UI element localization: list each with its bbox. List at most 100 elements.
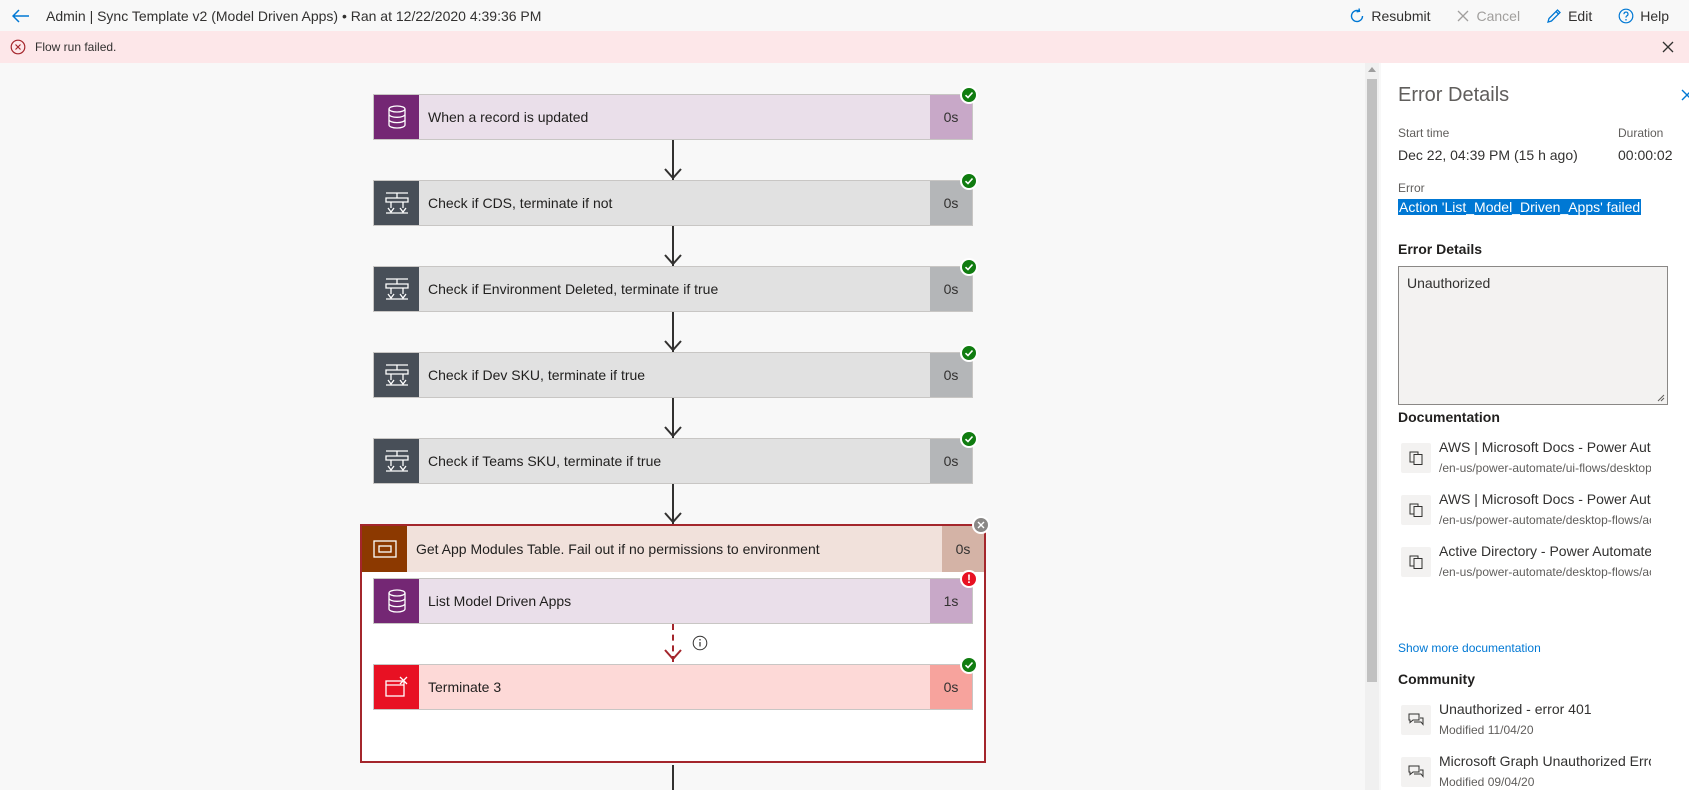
command-bar: Admin | Sync Template v2 (Model Driven A…	[0, 0, 1689, 31]
condition-icon	[374, 181, 419, 225]
doc-path: /en-us/power-automate/ui-flows/desktop/	[1439, 461, 1651, 475]
step-title: Check if Teams SKU, terminate if true	[428, 453, 662, 469]
step-title: Check if CDS, terminate if not	[428, 195, 613, 211]
refresh-icon	[1351, 7, 1364, 22]
error-banner: Flow run failed.	[0, 31, 1689, 63]
edit-label: Edit	[1568, 7, 1593, 24]
help-button[interactable]: Help	[1618, 8, 1669, 24]
resubmit-button[interactable]: Resubmit	[1349, 8, 1430, 24]
step-title: Check if Environment Deleted, terminate …	[428, 281, 719, 297]
success-check-icon	[960, 172, 978, 190]
info-icon[interactable]	[692, 635, 708, 651]
page-title: Admin | Sync Template v2 (Model Driven A…	[46, 7, 542, 24]
documentation-heading: Documentation	[1398, 409, 1500, 425]
error-details-heading: Error Details	[1398, 241, 1483, 257]
start-time-label: Start time	[1398, 126, 1450, 140]
arrow-down-icon	[664, 512, 682, 524]
document-icon	[1401, 547, 1431, 577]
scope-title: Get App Modules Table. Fail out if no pe…	[416, 541, 820, 557]
step-terminate-3[interactable]: Terminate 3 0s	[373, 664, 973, 710]
help-icon	[1618, 8, 1634, 23]
scope-icon	[362, 526, 407, 572]
community-modified: Modified 11/04/20	[1439, 723, 1534, 737]
step-title: List Model Driven Apps	[428, 593, 572, 609]
success-check-icon	[960, 656, 978, 674]
step-check-cds[interactable]: Check if CDS, terminate if not 0s	[373, 180, 973, 226]
doc-link[interactable]: Active Directory - Power Automate /en-us…	[1398, 543, 1672, 583]
error-label: Error	[1398, 181, 1425, 195]
cancel-icon	[1458, 10, 1469, 21]
scope-container: Get App Modules Table. Fail out if no pe…	[360, 524, 986, 763]
back-arrow-icon[interactable]	[10, 5, 32, 27]
success-check-icon	[960, 258, 978, 276]
community-heading: Community	[1398, 671, 1475, 687]
condition-icon	[374, 439, 419, 483]
help-label: Help	[1640, 7, 1669, 24]
step-when-record-updated[interactable]: When a record is updated 0s	[373, 94, 973, 140]
arrow-down-icon	[664, 426, 682, 438]
step-title: Check if Dev SKU, terminate if true	[428, 367, 646, 383]
database-icon	[374, 579, 419, 623]
pencil-icon	[1547, 8, 1561, 23]
arrow-down-icon	[664, 340, 682, 352]
doc-path: /en-us/power-automate/desktop-flows/act	[1439, 513, 1651, 527]
community-modified: Modified 09/04/20	[1439, 775, 1535, 789]
resize-grip-icon[interactable]	[1657, 394, 1665, 402]
step-title: When a record is updated	[428, 109, 589, 125]
step-check-teams-sku[interactable]: Check if Teams SKU, terminate if true 0s	[373, 438, 973, 484]
error-details-textarea[interactable]: Unauthorized	[1398, 266, 1668, 405]
error-details-text: Unauthorized	[1407, 275, 1491, 291]
step-list-model-driven-apps[interactable]: List Model Driven Apps 1s	[373, 578, 973, 624]
flow-canvas: When a record is updated 0s Check if CDS…	[0, 63, 1365, 790]
condition-icon	[374, 353, 419, 397]
doc-path: /en-us/power-automate/desktop-flows/act	[1439, 565, 1651, 579]
doc-link[interactable]: AWS | Microsoft Docs - Power Automate /e…	[1398, 491, 1672, 531]
error-circle-icon	[10, 39, 26, 55]
step-title: Terminate 3	[428, 679, 502, 695]
error-exclamation-icon: !	[960, 570, 978, 588]
doc-title: Active Directory - Power Automate	[1439, 543, 1651, 559]
close-icon[interactable]	[1680, 88, 1689, 102]
arrow-down-icon	[664, 649, 682, 661]
chat-bubble-icon	[1401, 705, 1431, 735]
cancel-label: Cancel	[1476, 7, 1521, 24]
scroll-up-icon[interactable]	[1368, 67, 1376, 72]
start-time-value: Dec 22, 04:39 PM (15 h ago)	[1398, 147, 1578, 163]
error-message[interactable]: Action 'List_Model_Driven_Apps' failed	[1398, 199, 1642, 215]
community-title: Unauthorized - error 401	[1439, 701, 1592, 717]
doc-title: AWS | Microsoft Docs - Power Automate	[1439, 439, 1651, 455]
error-details-panel: Error Details Start time Dec 22, 04:39 P…	[1381, 63, 1689, 790]
arrow-down-icon	[664, 254, 682, 266]
show-more-documentation-link[interactable]: Show more documentation	[1398, 641, 1541, 655]
scope-header[interactable]: Get App Modules Table. Fail out if no pe…	[362, 526, 984, 572]
banner-message: Flow run failed.	[35, 40, 117, 54]
duration-label: Duration	[1618, 126, 1664, 140]
success-check-icon	[960, 86, 978, 104]
arrow-down-icon	[664, 168, 682, 180]
cancel-button[interactable]: Cancel	[1456, 8, 1520, 24]
community-link[interactable]: Unauthorized - error 401 Modified 11/04/…	[1398, 701, 1672, 741]
scrollbar-thumb[interactable]	[1367, 79, 1377, 682]
edit-button[interactable]: Edit	[1546, 8, 1592, 24]
resubmit-label: Resubmit	[1371, 7, 1431, 24]
database-icon	[374, 95, 419, 139]
community-link[interactable]: Microsoft Graph Unauthorized Error Modif…	[1398, 753, 1672, 790]
duration-value: 00:00:02	[1618, 147, 1673, 163]
canvas-scrollbar[interactable]	[1365, 63, 1379, 790]
step-check-dev-sku[interactable]: Check if Dev SKU, terminate if true 0s	[373, 352, 973, 398]
panel-title: Error Details	[1398, 84, 1510, 106]
doc-title: AWS | Microsoft Docs - Power Automate	[1439, 491, 1651, 507]
skipped-icon	[972, 516, 990, 534]
connector-line	[672, 765, 674, 790]
document-icon	[1401, 495, 1431, 525]
step-check-env-deleted[interactable]: Check if Environment Deleted, terminate …	[373, 266, 973, 312]
chat-bubble-icon	[1401, 757, 1431, 787]
success-check-icon	[960, 430, 978, 448]
document-icon	[1401, 443, 1431, 473]
condition-icon	[374, 267, 419, 311]
banner-close-icon[interactable]	[1661, 40, 1675, 54]
terminate-icon	[374, 665, 419, 709]
doc-link[interactable]: AWS | Microsoft Docs - Power Automate /e…	[1398, 439, 1672, 479]
top-actions: Resubmit Cancel Edit Help	[1349, 0, 1689, 31]
community-title: Microsoft Graph Unauthorized Error	[1439, 753, 1651, 769]
